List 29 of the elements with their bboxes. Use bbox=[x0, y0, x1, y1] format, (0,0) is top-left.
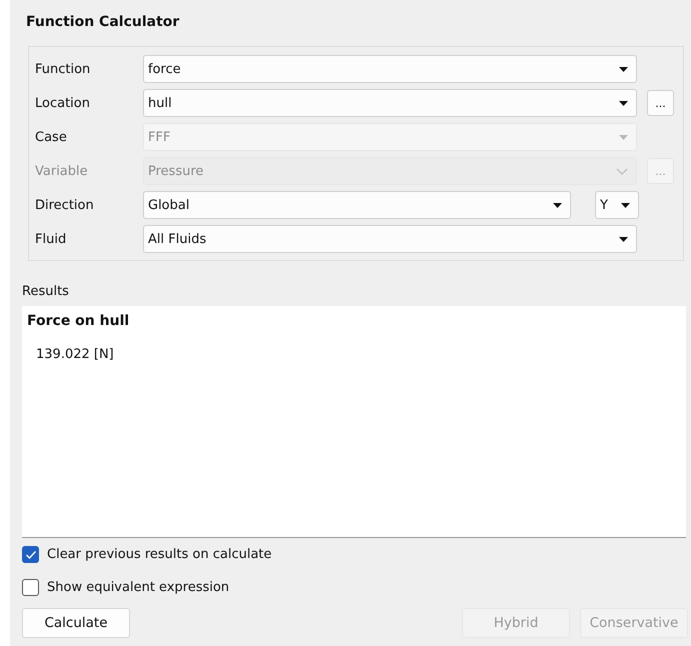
caret-icon bbox=[619, 66, 628, 72]
axis-dropdown[interactable]: Y bbox=[595, 191, 639, 219]
field-label: Location bbox=[35, 96, 91, 110]
field-label: Variable bbox=[35, 164, 89, 178]
checkbox-label: Show equivalent expression bbox=[47, 580, 230, 595]
caret-icon bbox=[621, 202, 630, 208]
dropdown[interactable]: hull bbox=[143, 89, 637, 117]
field-label: Case bbox=[35, 130, 68, 144]
caret-icon bbox=[619, 100, 628, 106]
checkbox-label: Clear previous results on calculate bbox=[47, 547, 272, 562]
checkmark-icon bbox=[24, 550, 36, 560]
browse-button[interactable]: ... bbox=[647, 90, 674, 116]
action-button[interactable]: Calculate bbox=[22, 608, 130, 638]
checkbox[interactable] bbox=[22, 546, 39, 563]
chevron-icon bbox=[616, 168, 628, 174]
caret-icon bbox=[619, 236, 628, 242]
result-heading: Force on hull bbox=[27, 313, 130, 329]
dropdown[interactable]: All Fluids bbox=[143, 225, 637, 253]
panel-title: Function Calculator bbox=[26, 14, 180, 32]
caret-icon bbox=[619, 134, 628, 140]
checkbox[interactable] bbox=[22, 579, 39, 596]
field-label: Function bbox=[35, 62, 92, 76]
field-label: Direction bbox=[35, 198, 95, 212]
field-label: Fluid bbox=[35, 232, 68, 246]
results-label: Results bbox=[22, 284, 70, 301]
dropdown[interactable]: Global bbox=[143, 191, 571, 219]
result-value: 139.022 [N] bbox=[36, 347, 115, 362]
dropdown[interactable]: force bbox=[143, 55, 637, 83]
caret-icon bbox=[553, 202, 562, 208]
